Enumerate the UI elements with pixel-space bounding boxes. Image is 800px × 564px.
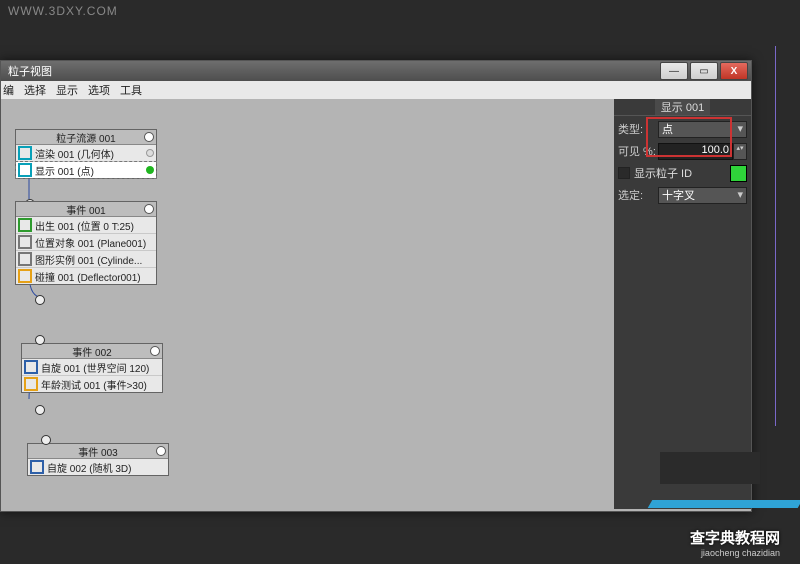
op-collision[interactable]: 碰撞 001 (Deflector001) xyxy=(16,268,156,284)
select-dropdown[interactable]: 十字叉 xyxy=(658,187,747,204)
menu-edit[interactable]: 编 xyxy=(3,82,14,98)
node-port-icon xyxy=(150,346,160,356)
port-in[interactable] xyxy=(41,435,51,445)
deco-bar xyxy=(648,500,800,508)
op-label: 位置对象 001 (Plane001) xyxy=(35,235,154,250)
node-title-text: 事件 001 xyxy=(66,202,105,217)
port-out[interactable] xyxy=(35,405,45,415)
visible-spinner[interactable]: 100.0 xyxy=(658,143,733,160)
properties-title: 显示 001 xyxy=(655,99,710,115)
watermark-url: WWW.3DXY.COM xyxy=(8,4,118,18)
led-icon xyxy=(146,166,154,174)
menu-select[interactable]: 选择 xyxy=(24,82,46,98)
op-label: 渲染 001 (几何体) xyxy=(35,146,146,161)
node-pflow-source[interactable]: 粒子流源 001 渲染 001 (几何体) 显示 001 (点) xyxy=(15,129,157,179)
select-label: 选定: xyxy=(618,187,658,203)
menu-tools[interactable]: 工具 xyxy=(120,82,142,98)
color-swatch[interactable] xyxy=(730,165,747,182)
op-render[interactable]: 渲染 001 (几何体) xyxy=(16,145,156,162)
type-label: 类型: xyxy=(618,121,658,137)
viewport-edge xyxy=(775,46,776,426)
agetest-icon xyxy=(24,377,38,391)
properties-panel: 显示 001 类型: 点 可见 %: 100.0 ▴▾ 显示粒子 ID 选定: … xyxy=(614,99,751,509)
op-spin2[interactable]: 自旋 002 (随机 3D) xyxy=(28,459,168,475)
shape-icon xyxy=(18,252,32,266)
properties-header[interactable]: 显示 001 xyxy=(614,99,751,116)
led-icon xyxy=(146,149,154,157)
port-out[interactable] xyxy=(35,295,45,305)
node-title[interactable]: 事件 002 xyxy=(22,344,162,359)
type-dropdown[interactable]: 点 xyxy=(658,121,747,138)
render-icon xyxy=(18,146,32,160)
node-port-icon xyxy=(144,132,154,142)
select-row: 选定: 十字叉 xyxy=(618,186,747,204)
close-button[interactable]: X xyxy=(720,62,748,80)
node-title-text: 粒子流源 001 xyxy=(56,130,115,145)
display-icon xyxy=(18,163,32,177)
op-label: 自旋 001 (世界空间 120) xyxy=(41,360,160,375)
particle-view-window: 粒子视图 — ▭ X 编 选择 显示 选项 工具 粒子流源 0 xyxy=(0,60,752,512)
op-age-test[interactable]: 年龄测试 001 (事件>30) xyxy=(22,376,162,392)
spinner-arrows-icon[interactable]: ▴▾ xyxy=(733,143,747,160)
footer-brand-sub: jiaocheng chazidian xyxy=(690,548,780,558)
select-value: 十字叉 xyxy=(662,187,695,203)
port-in[interactable] xyxy=(35,335,45,345)
birth-icon xyxy=(18,218,32,232)
spin-icon xyxy=(24,360,38,374)
minimize-button[interactable]: — xyxy=(660,62,688,80)
titlebar[interactable]: 粒子视图 — ▭ X xyxy=(1,61,751,81)
deco-block xyxy=(660,452,760,484)
op-position-object[interactable]: 位置对象 001 (Plane001) xyxy=(16,234,156,251)
visible-label: 可见 %: xyxy=(618,143,658,159)
node-title[interactable]: 事件 003 xyxy=(28,444,168,459)
op-label: 碰撞 001 (Deflector001) xyxy=(35,269,154,284)
menubar: 编 选择 显示 选项 工具 xyxy=(1,81,751,99)
op-birth[interactable]: 出生 001 (位置 0 T:25) xyxy=(16,217,156,234)
op-spin[interactable]: 自旋 001 (世界空间 120) xyxy=(22,359,162,376)
node-title[interactable]: 事件 001 xyxy=(16,202,156,217)
node-event-002[interactable]: 事件 002 自旋 001 (世界空间 120) 年龄测试 001 (事件>30… xyxy=(21,343,163,393)
op-display-selected[interactable]: 显示 001 (点) xyxy=(16,162,156,178)
menu-options[interactable]: 选项 xyxy=(88,82,110,98)
op-label: 年龄测试 001 (事件>30) xyxy=(41,377,160,392)
op-label: 出生 001 (位置 0 T:25) xyxy=(35,218,154,233)
node-port-icon xyxy=(144,204,154,214)
spin-icon xyxy=(30,460,44,474)
position-icon xyxy=(18,235,32,249)
window-title: 粒子视图 xyxy=(4,63,52,79)
type-row: 类型: 点 xyxy=(618,120,747,138)
collision-icon xyxy=(18,269,32,283)
visible-row: 可见 %: 100.0 ▴▾ xyxy=(618,142,747,160)
op-label: 图形实例 001 (Cylinde... xyxy=(35,252,154,267)
show-id-checkbox[interactable] xyxy=(618,167,630,179)
footer-watermark: 查字典教程网 jiaocheng chazidian xyxy=(690,527,780,558)
node-event-003[interactable]: 事件 003 自旋 002 (随机 3D) xyxy=(27,443,169,476)
type-value: 点 xyxy=(662,121,673,137)
node-port-icon xyxy=(156,446,166,456)
node-event-001[interactable]: 事件 001 出生 001 (位置 0 T:25) 位置对象 001 (Plan… xyxy=(15,201,157,285)
showid-row: 显示粒子 ID xyxy=(618,164,747,182)
op-shape-instance[interactable]: 图形实例 001 (Cylinde... xyxy=(16,251,156,268)
op-label: 自旋 002 (随机 3D) xyxy=(47,460,166,475)
op-label: 显示 001 (点) xyxy=(35,163,146,178)
maximize-button[interactable]: ▭ xyxy=(690,62,718,80)
show-id-label: 显示粒子 ID xyxy=(634,165,692,181)
menu-display[interactable]: 显示 xyxy=(56,82,78,98)
node-title-text: 事件 003 xyxy=(78,444,117,459)
node-title-text: 事件 002 xyxy=(72,344,111,359)
node-title[interactable]: 粒子流源 001 xyxy=(16,130,156,145)
footer-brand-text: 查字典教程网 xyxy=(690,527,780,548)
